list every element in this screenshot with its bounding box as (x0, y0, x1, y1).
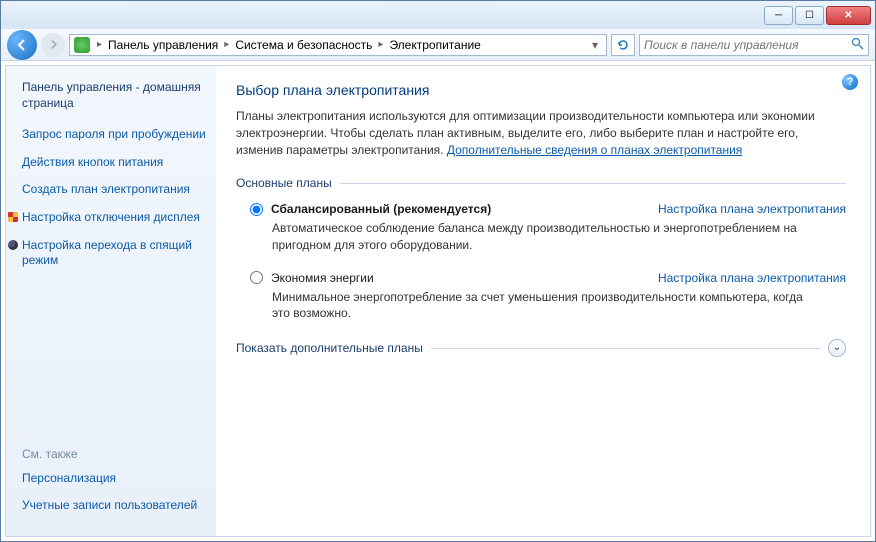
refresh-icon (616, 38, 630, 52)
shield-icon (8, 212, 18, 222)
power-icon (74, 37, 90, 53)
search-box[interactable] (639, 34, 869, 56)
address-dropdown[interactable]: ▾ (588, 38, 602, 52)
sidebar-task-label: Настройка перехода в спящий режим (22, 238, 192, 268)
refresh-button[interactable] (611, 34, 635, 56)
sidebar-task-label: Настройка отключения дисплея (22, 210, 200, 224)
moon-icon (8, 240, 18, 250)
chevron-right-icon: ▸ (224, 39, 229, 50)
breadcrumb-seg[interactable]: Панель управления (105, 36, 221, 54)
plan-config-link[interactable]: Настройка плана электропитания (658, 202, 846, 216)
search-input[interactable] (644, 38, 851, 52)
back-button[interactable] (7, 30, 37, 60)
group-extra-plans[interactable]: Показать дополнительные планы ⌄ (236, 339, 846, 357)
learn-more-link[interactable]: Дополнительные сведения о планах электро… (447, 143, 742, 157)
sidebar-task-create-plan[interactable]: Создать план электропитания (22, 182, 208, 198)
address-bar[interactable]: ▸ Панель управления ▸ Система и безопасн… (69, 34, 607, 56)
help-icon[interactable]: ? (842, 74, 858, 90)
chevron-right-icon: ▸ (378, 39, 383, 50)
sidebar: Панель управления - домашняя страница За… (6, 66, 216, 536)
seealso-personalization[interactable]: Персонализация (22, 471, 208, 487)
plan-radio-saver[interactable] (250, 271, 263, 284)
sidebar-home-link[interactable]: Панель управления - домашняя страница (22, 80, 208, 111)
titlebar: ─ ☐ ✕ (1, 1, 875, 29)
plan-saver: Экономия энергии Настройка плана электро… (250, 271, 846, 321)
navbar: ▸ Панель управления ▸ Система и безопасн… (1, 29, 875, 61)
plan-name: Сбалансированный (рекомендуется) (271, 202, 491, 216)
sidebar-task-display-off[interactable]: Настройка отключения дисплея (22, 210, 208, 226)
window: ─ ☐ ✕ ▸ Панель управления ▸ Система и бе… (0, 0, 876, 542)
breadcrumb-seg[interactable]: Электропитание (386, 36, 483, 54)
chevron-down-icon[interactable]: ⌄ (828, 339, 846, 357)
close-button[interactable]: ✕ (826, 6, 871, 25)
search-icon[interactable] (851, 37, 864, 53)
page-description: Планы электропитания используются для оп… (236, 108, 846, 158)
minimize-button[interactable]: ─ (764, 6, 793, 25)
arrow-right-icon (48, 39, 59, 50)
content: ? Выбор плана электропитания Планы элект… (216, 66, 870, 536)
plan-balanced: Сбалансированный (рекомендуется) Настрой… (250, 202, 846, 252)
plan-name: Экономия энергии (271, 271, 374, 285)
body: Панель управления - домашняя страница За… (5, 65, 871, 537)
sidebar-task-password[interactable]: Запрос пароля при пробуждении (22, 127, 208, 143)
seealso-accounts[interactable]: Учетные записи пользователей (22, 498, 208, 514)
chevron-right-icon: ▸ (97, 39, 102, 50)
plan-radio-balanced[interactable] (250, 203, 263, 216)
page-title: Выбор плана электропитания (236, 82, 846, 98)
plan-config-link[interactable]: Настройка плана электропитания (658, 271, 846, 285)
breadcrumb-seg[interactable]: Система и безопасность (232, 36, 375, 54)
plan-desc: Минимальное энергопотребление за счет ум… (272, 289, 812, 321)
maximize-button[interactable]: ☐ (795, 6, 824, 25)
sidebar-task-sleep[interactable]: Настройка перехода в спящий режим (22, 238, 208, 269)
see-also-heading: См. также (22, 447, 208, 461)
sidebar-task-buttons[interactable]: Действия кнопок питания (22, 155, 208, 171)
group-main-plans: Основные планы (236, 176, 846, 190)
arrow-left-icon (15, 38, 29, 52)
plan-desc: Автоматическое соблюдение баланса между … (272, 220, 812, 252)
forward-button (41, 33, 65, 57)
